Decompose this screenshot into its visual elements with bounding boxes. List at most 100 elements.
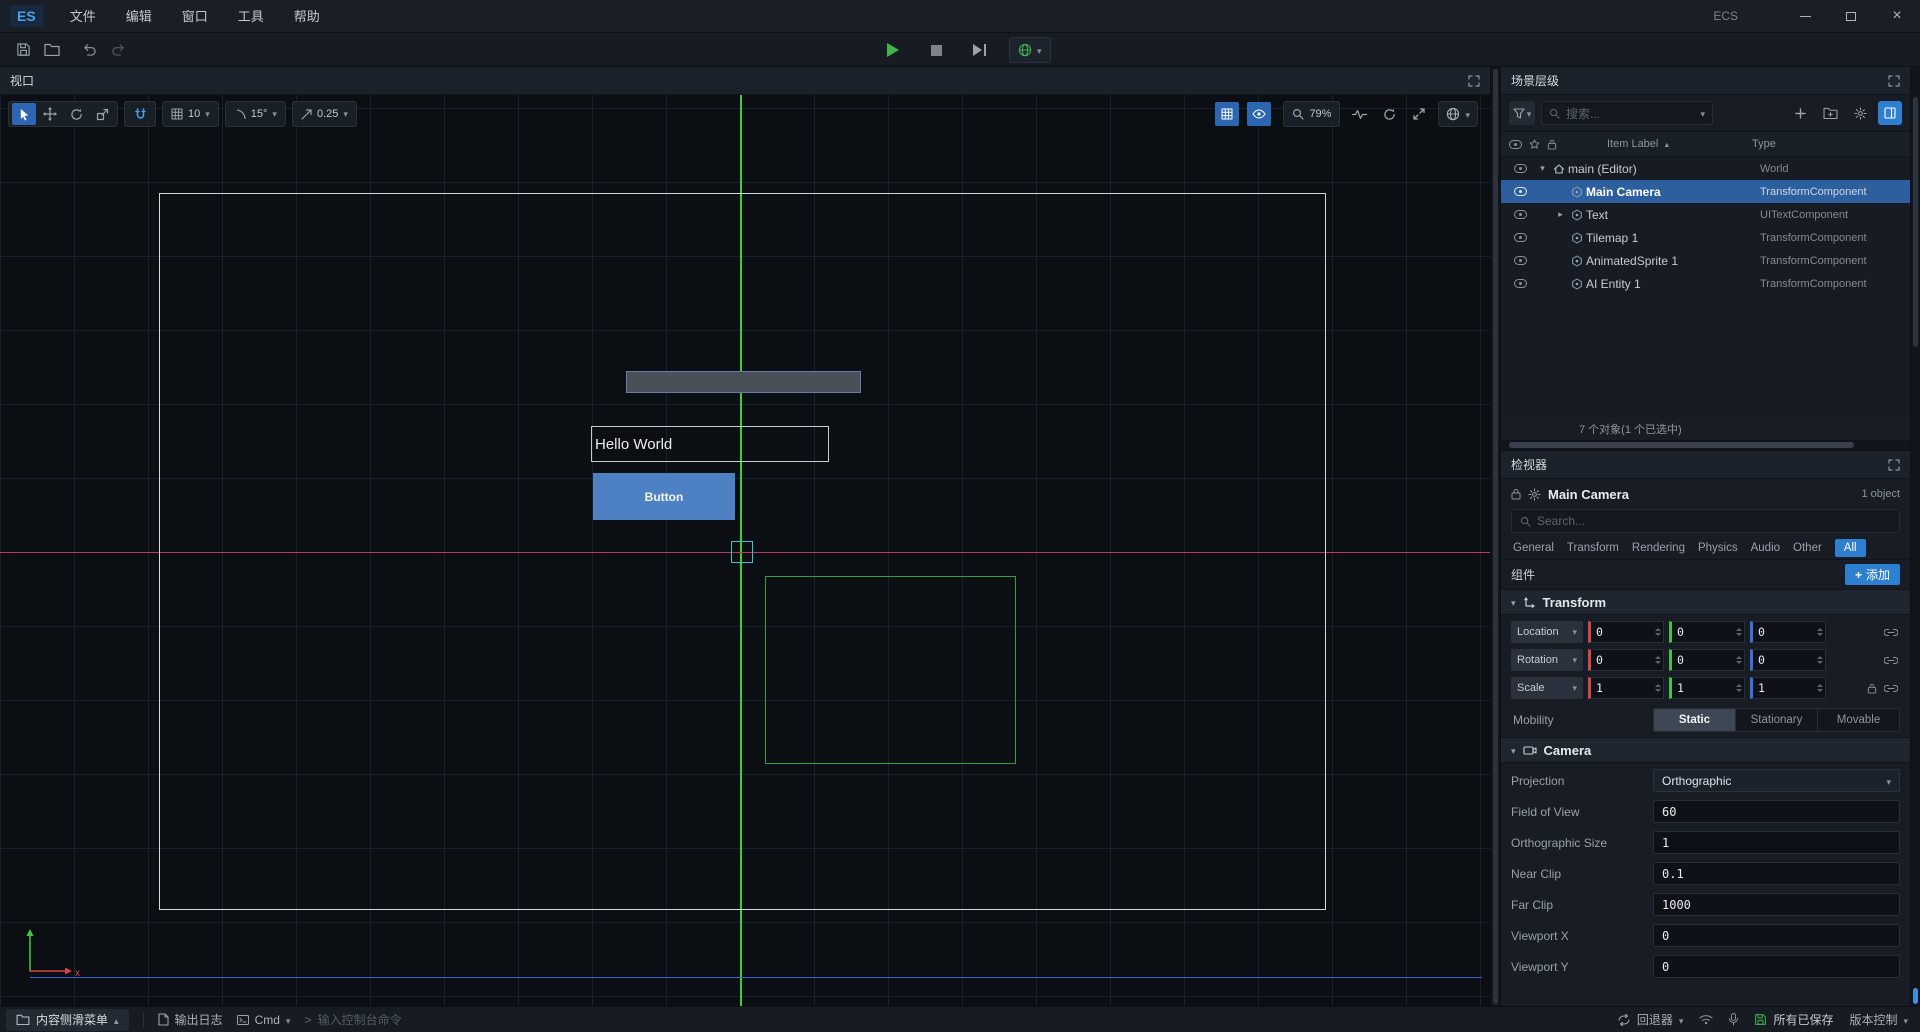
transform-section-header[interactable]: Transform — [1501, 589, 1910, 615]
hierarchy-settings-button[interactable] — [1848, 101, 1872, 125]
link-icon[interactable] — [1884, 656, 1898, 665]
menu-item-文件[interactable]: 文件 — [55, 0, 111, 33]
visibility-eye-icon[interactable] — [1501, 210, 1535, 219]
spinner-icon[interactable] — [1655, 650, 1661, 670]
field-input[interactable]: 0.1 — [1653, 862, 1900, 885]
step-button[interactable] — [966, 37, 992, 63]
version-control-dropdown[interactable]: 版本控制 — [1849, 1011, 1908, 1028]
vector-field-x[interactable]: 0 — [1588, 621, 1664, 643]
link-icon[interactable] — [1884, 684, 1898, 693]
vector-field-z[interactable]: 0 — [1750, 649, 1826, 671]
zoom-control[interactable]: 79% — [1283, 101, 1340, 127]
hierarchy-row[interactable]: Main Camera TransformComponent — [1501, 180, 1910, 203]
filter-dropdown[interactable] — [1509, 101, 1535, 125]
panel-layout-button[interactable] — [1878, 101, 1902, 125]
output-log-button[interactable]: 输出日志 — [158, 1011, 223, 1028]
menu-item-帮助[interactable]: 帮助 — [279, 0, 335, 33]
mobility-static[interactable]: Static — [1654, 709, 1736, 731]
add-entity-button[interactable] — [1788, 101, 1812, 125]
minimize-button[interactable] — [1782, 0, 1828, 33]
scene-text-widget[interactable]: Hello World — [591, 426, 829, 462]
visibility-eye-icon[interactable] — [1501, 256, 1535, 265]
scene-slider-widget[interactable] — [626, 371, 861, 393]
visibility-toggle-button[interactable] — [1247, 102, 1271, 126]
hierarchy-expand-button[interactable] — [1888, 75, 1900, 87]
hierarchy-hscrollbar[interactable] — [1501, 440, 1910, 450]
inspector-tab-rendering[interactable]: Rendering — [1632, 542, 1685, 554]
fullscreen-button[interactable] — [1408, 103, 1430, 125]
angle-snap-dropdown[interactable]: 15° — [225, 101, 286, 127]
refresh-button[interactable] — [1378, 103, 1400, 125]
lock-icon[interactable] — [1511, 488, 1521, 500]
rollback-dropdown[interactable]: 回退器 — [1617, 1011, 1684, 1028]
field-input[interactable]: 1 — [1653, 831, 1900, 854]
vector-field-x[interactable]: 1 — [1588, 677, 1664, 699]
world-select-dropdown[interactable] — [1009, 37, 1051, 63]
add-folder-button[interactable] — [1818, 101, 1842, 125]
link-icon[interactable] — [1884, 628, 1898, 637]
inspector-tab-all[interactable]: All — [1835, 539, 1866, 557]
inspector-search-input[interactable]: Search... — [1511, 509, 1900, 533]
inspector-expand-button[interactable] — [1888, 459, 1900, 471]
field-select[interactable]: Orthographic — [1653, 769, 1900, 792]
scale-tool-button[interactable] — [90, 103, 114, 125]
spinner-icon[interactable] — [1736, 678, 1742, 698]
vector-label-dropdown[interactable]: Location — [1511, 621, 1583, 643]
origin-marker[interactable] — [731, 541, 753, 563]
hierarchy-row[interactable]: ▾ main (Editor) World — [1501, 157, 1910, 180]
mobility-stationary[interactable]: Stationary — [1736, 709, 1818, 731]
hierarchy-row[interactable]: Tilemap 1 TransformComponent — [1501, 226, 1910, 249]
cmd-dropdown[interactable]: Cmd — [237, 1013, 291, 1027]
move-tool-button[interactable] — [38, 103, 62, 125]
spinner-icon[interactable] — [1736, 650, 1742, 670]
viewport-world-dropdown[interactable] — [1438, 101, 1478, 127]
spinner-icon[interactable] — [1817, 678, 1823, 698]
scene-button-widget[interactable]: Button — [593, 473, 735, 520]
menu-item-窗口[interactable]: 窗口 — [167, 0, 223, 33]
inspector-tab-physics[interactable]: Physics — [1698, 542, 1738, 554]
hierarchy-search-input[interactable]: 搜索... — [1541, 101, 1713, 125]
viewport-scrollbar[interactable] — [1490, 67, 1500, 1006]
vector-label-dropdown[interactable]: Rotation — [1511, 649, 1583, 671]
spinner-icon[interactable] — [1655, 622, 1661, 642]
add-component-button[interactable]: 添加 — [1845, 564, 1900, 585]
vector-field-z[interactable]: 0 — [1750, 621, 1826, 643]
vector-field-y[interactable]: 1 — [1669, 677, 1745, 699]
visibility-eye-icon[interactable] — [1501, 187, 1535, 196]
visibility-eye-icon[interactable] — [1501, 233, 1535, 242]
spinner-icon[interactable] — [1736, 622, 1742, 642]
scale-snap-dropdown[interactable]: 0.25 — [292, 101, 357, 127]
menu-item-工具[interactable]: 工具 — [223, 0, 279, 33]
hierarchy-row[interactable]: ▸ Text UITextComponent — [1501, 203, 1910, 226]
close-button[interactable] — [1874, 0, 1920, 33]
field-input[interactable]: 0 — [1653, 955, 1900, 978]
field-input[interactable]: 60 — [1653, 800, 1900, 823]
rotate-tool-button[interactable] — [64, 103, 88, 125]
visibility-eye-icon[interactable] — [1501, 164, 1535, 173]
scene-canvas[interactable]: Hello World Button x — [0, 95, 1490, 1006]
spinner-icon[interactable] — [1817, 622, 1823, 642]
menu-item-编辑[interactable]: 编辑 — [111, 0, 167, 33]
vector-field-z[interactable]: 1 — [1750, 677, 1826, 699]
select-tool-button[interactable] — [12, 103, 36, 125]
hierarchy-row[interactable]: AnimatedSprite 1 TransformComponent — [1501, 249, 1910, 272]
stop-button[interactable] — [923, 37, 949, 63]
viewport-expand-button[interactable] — [1468, 75, 1480, 87]
redo-button[interactable] — [105, 37, 131, 63]
undo-button[interactable] — [76, 37, 102, 63]
open-folder-button[interactable] — [39, 37, 65, 63]
inspector-tab-audio[interactable]: Audio — [1751, 542, 1780, 554]
spinner-icon[interactable] — [1655, 678, 1661, 698]
stats-button[interactable] — [1348, 103, 1370, 125]
vector-field-x[interactable]: 0 — [1588, 649, 1664, 671]
field-input[interactable]: 1000 — [1653, 893, 1900, 916]
snap-toggle-button[interactable] — [124, 101, 156, 127]
column-type[interactable]: Type — [1752, 138, 1902, 150]
right-scrollbar[interactable] — [1910, 67, 1920, 1006]
mic-icon[interactable] — [1729, 1013, 1738, 1026]
inspector-tab-general[interactable]: General — [1513, 542, 1554, 554]
spinner-icon[interactable] — [1817, 650, 1823, 670]
play-button[interactable] — [880, 37, 906, 63]
grid-snap-dropdown[interactable]: 10 — [162, 101, 219, 127]
console-input[interactable]: > 输入控制台命令 — [304, 1011, 401, 1028]
